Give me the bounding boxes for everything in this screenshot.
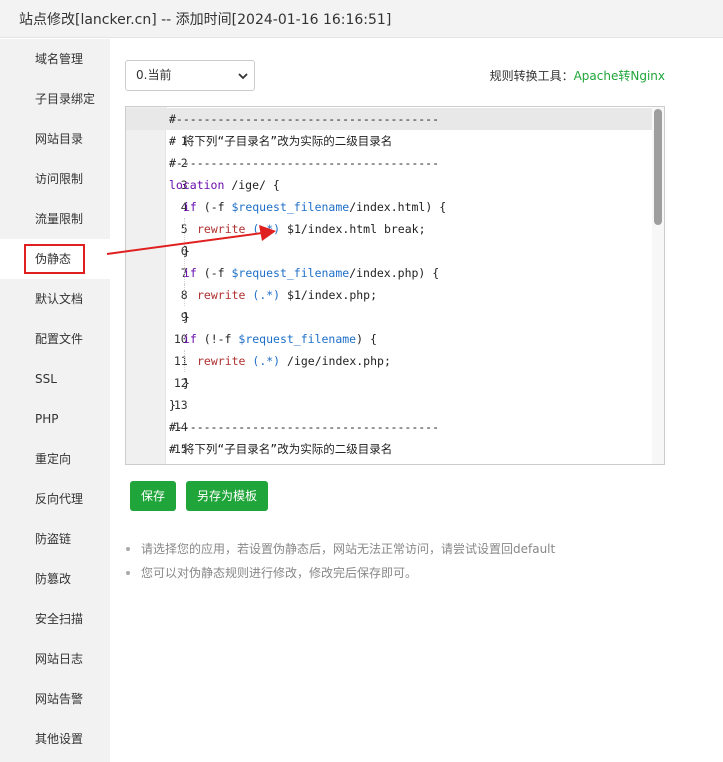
rule-converter: 规则转换工具：Apache转Nginx xyxy=(490,67,665,84)
help-tips: 请选择您的应用，若设置伪静态后，网站无法正常访问，请尝试设置回default 您… xyxy=(125,540,555,588)
code-line: 3 #-------------------------------------… xyxy=(126,152,654,192)
code-line: 7 } xyxy=(126,240,654,280)
code-text: rewrite (.*) $1/index.html break; xyxy=(197,222,426,236)
code-line: 10 } xyxy=(126,306,654,346)
code-text: rewrite (.*) $1/index.php; xyxy=(197,288,378,302)
sidebar-item-php[interactable]: PHP xyxy=(0,399,110,439)
code-text: } xyxy=(169,398,176,412)
code-line: 1 #-------------------------------------… xyxy=(126,108,654,148)
sidebar-item-tamper-proof[interactable]: 防篡改 xyxy=(0,559,110,599)
tip-item: 请选择您的应用，若设置伪静态后，网站无法正常访问，请尝试设置回default xyxy=(125,540,555,564)
save-button[interactable]: 保存 xyxy=(130,481,176,511)
sidebar-item-site-directory[interactable]: 网站目录 xyxy=(0,119,110,159)
save-as-template-button[interactable]: 另存为模板 xyxy=(186,481,268,511)
version-select-value: 0.当前 xyxy=(136,68,172,82)
sidebar-item-redirect[interactable]: 重定向 xyxy=(0,439,110,479)
chevron-down-icon xyxy=(238,73,248,80)
sidebar-item-hotlink[interactable]: 防盗链 xyxy=(0,519,110,559)
rule-converter-label: 规则转换工具： xyxy=(489,69,574,83)
code-line: 4 location /ige/ { xyxy=(126,174,654,214)
title-bar: 站点修改[lancker.cn] -- 添加时间[2024-01-16 16:1… xyxy=(0,0,723,38)
code-line: 14 } xyxy=(126,394,654,434)
tip-item: 您可以对伪静态规则进行修改，修改完后保存即可。 xyxy=(125,564,555,588)
code-text: if (!-f $request_filename) { xyxy=(183,332,377,346)
code-text: } xyxy=(183,376,190,390)
sidebar-item-config-file[interactable]: 配置文件 xyxy=(0,319,110,359)
code-line: 15 #------------------------------------… xyxy=(126,416,654,456)
code-text: } xyxy=(183,310,190,324)
sidebar-item-subdir-binding[interactable]: 子目录绑定 xyxy=(0,79,110,119)
code-line: 11 if (!-f $request_filename) { xyxy=(126,328,654,368)
code-line: 2 # 将下列“子目录名”改为实际的二级目录名 xyxy=(126,130,654,170)
code-line: 13 } xyxy=(126,372,654,412)
code-line: 6 rewrite (.*) $1/index.html break; xyxy=(126,218,654,258)
window-title: 站点修改[lancker.cn] -- 添加时间[2024-01-16 16:1… xyxy=(19,12,392,28)
editor-scrollbar-thumb[interactable] xyxy=(654,109,662,225)
indent-guide xyxy=(184,350,185,372)
indent-guide xyxy=(184,284,185,306)
sidebar-item-site-log[interactable]: 网站日志 xyxy=(0,639,110,679)
code-line: 16 # 将下列“子目录名”改为实际的二级目录名 xyxy=(126,438,654,460)
apache-to-nginx-link[interactable]: Apache转Nginx xyxy=(574,69,665,83)
code-text: # 将下列“子目录名”改为实际的二级目录名 xyxy=(169,442,393,456)
code-line: 12 rewrite (.*) /ige/index.php; xyxy=(126,350,654,390)
code-text: location /ige/ { xyxy=(169,178,280,192)
sidebar: 域名管理 子目录绑定 网站目录 访问限制 流量限制 伪静态 默认文档 配置文件 … xyxy=(0,39,110,762)
rewrite-code-editor[interactable]: 1 #-------------------------------------… xyxy=(125,106,665,465)
line-number: 16 xyxy=(154,460,188,464)
code-text: #-------------------------------------- xyxy=(169,112,440,126)
indent-guide xyxy=(184,218,185,284)
sidebar-item-traffic-limit[interactable]: 流量限制 xyxy=(0,199,110,239)
sidebar-item-site-alert[interactable]: 网站告警 xyxy=(0,679,110,719)
code-text: #-------------------------------------- xyxy=(169,156,440,170)
code-text: #-------------------------------------- xyxy=(169,420,440,434)
code-line: 9 rewrite (.*) $1/index.php; xyxy=(126,284,654,324)
sidebar-item-rewrite[interactable]: 伪静态 xyxy=(0,239,110,279)
sidebar-item-ssl[interactable]: SSL xyxy=(0,359,110,399)
version-select[interactable]: 0.当前 xyxy=(125,60,255,91)
code-line: 8 if (-f $request_filename/index.php) { xyxy=(126,262,654,302)
sidebar-item-other-settings[interactable]: 其他设置 xyxy=(0,719,110,759)
sidebar-item-domains[interactable]: 域名管理 xyxy=(0,39,110,79)
sidebar-item-security-scan[interactable]: 安全扫描 xyxy=(0,599,110,639)
code-line: 5 if (-f $request_filename/index.html) { xyxy=(126,196,654,236)
code-text: # 将下列“子目录名”改为实际的二级目录名 xyxy=(169,134,393,148)
code-text: if (-f $request_filename/index.html) { xyxy=(183,200,447,214)
sidebar-item-reverse-proxy[interactable]: 反向代理 xyxy=(0,479,110,519)
code-text: rewrite (.*) /ige/index.php; xyxy=(197,354,391,368)
sidebar-item-access-limit[interactable]: 访问限制 xyxy=(0,159,110,199)
sidebar-item-default-doc[interactable]: 默认文档 xyxy=(0,279,110,319)
editor-scrollbar[interactable] xyxy=(652,107,664,464)
code-text: if (-f $request_filename/index.php) { xyxy=(183,266,440,280)
